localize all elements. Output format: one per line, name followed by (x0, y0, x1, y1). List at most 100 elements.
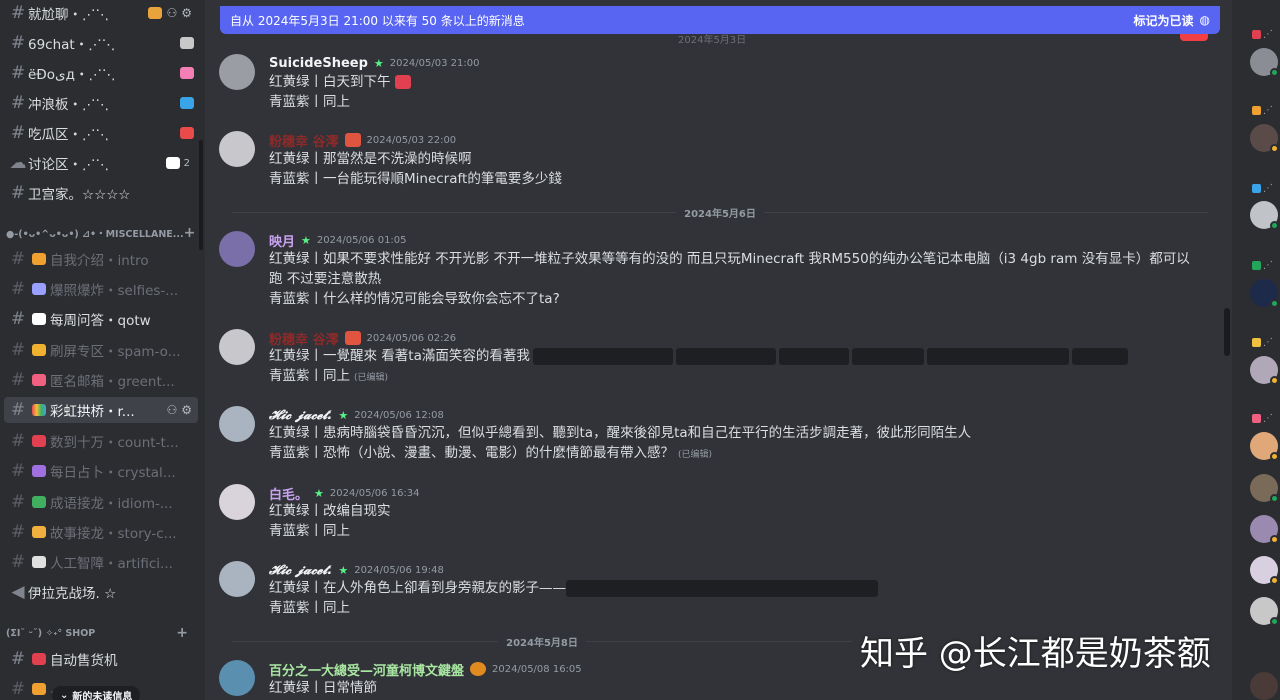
channel-item-active[interactable]: # 彩虹拱桥・r... ⚇ ⚙ (4, 397, 198, 423)
username[interactable]: 映月 (269, 231, 295, 250)
channel-item[interactable]: # 每日占卜・crystal... (4, 458, 198, 484)
channel-item[interactable]: # 吃瓜区・⋰⋱ (4, 120, 198, 146)
status-idle-icon (1270, 452, 1279, 461)
hash-icon: # (10, 461, 26, 481)
member-avatar[interactable] (1250, 432, 1279, 461)
username[interactable]: 𝓗𝓲𝓬 𝓳𝓪𝓬𝓮𝓽. (269, 408, 332, 423)
channel-item[interactable]: # 卫宫家。☆☆☆☆ (4, 180, 198, 206)
message: SuicideSheep ★ 2024/05/03 21:00 红黄绿丨白天到下… (219, 54, 1209, 114)
chevron-down-icon: ⌄ (60, 689, 69, 700)
star-icon: ★ (373, 56, 384, 70)
message-line: 红黄绿丨一覺醒來 看著ta滿面笑容的看著我 (269, 346, 1131, 366)
channel-item[interactable]: # 69chat・⋰⋱ (4, 30, 198, 56)
channel-name: 就尬聊・⋰⋱ (28, 7, 109, 23)
mark-as-read-button[interactable]: 标记为已读 ◍ (1134, 12, 1211, 29)
message-line: 青蓝紫丨同上 (269, 523, 350, 539)
channel-item[interactable]: # 自我介绍・intro (4, 246, 198, 272)
shield-icon (1252, 260, 1261, 270)
member-avatar[interactable] (1250, 48, 1279, 77)
spoiler[interactable] (1071, 347, 1128, 365)
member-avatar[interactable] (1250, 356, 1279, 385)
spoiler[interactable] (778, 347, 849, 365)
channel-item[interactable]: ☁ 讨论区・⋰⋱ 2 (4, 150, 198, 176)
gear-icon[interactable]: ⚙ (181, 6, 192, 20)
gear-icon[interactable]: ⚙ (181, 403, 192, 417)
avatar[interactable] (219, 329, 255, 365)
timestamp: 2024/05/06 16:34 (329, 487, 420, 499)
hash-icon: # (10, 492, 26, 512)
member-avatar[interactable] (1250, 124, 1279, 153)
voice-channel-item[interactable]: ◀ 伊拉克战场. ☆ (4, 579, 198, 605)
member-avatar[interactable] (1250, 556, 1279, 585)
spoiler[interactable] (675, 347, 776, 365)
member-avatar[interactable] (1250, 597, 1279, 626)
channel-name: 故事接龙・story-c... (50, 526, 177, 542)
username[interactable]: 百分之一大總受—河童柯博文鍵盤 (269, 660, 464, 679)
username[interactable]: 𝓗𝓲𝓬 𝓳𝓪𝓬𝓮𝓽. (269, 563, 332, 578)
spoiler[interactable] (532, 347, 673, 365)
avatar[interactable] (219, 231, 255, 267)
timestamp: 2024/05/06 12:08 (354, 409, 444, 421)
channel-item[interactable]: # 数到十万・count-t... (4, 428, 198, 454)
channel-item[interactable]: # 就尬聊・⋰⋱ ⚇ ⚙ (4, 0, 198, 26)
timestamp: 2024/05/08 16:05 (492, 663, 582, 675)
add-member-icon[interactable]: ⚇ (166, 6, 177, 20)
channel-item[interactable]: # 匿名邮箱・greent... (4, 367, 198, 393)
message-line: 青蓝紫丨恐怖（小說、漫畫、動漫、電影）的什麼情節最有帶入感？ (已编辑) (269, 445, 713, 461)
spoiler[interactable] (851, 347, 924, 365)
add-member-icon[interactable]: ⚇ (166, 403, 177, 417)
channel-item[interactable]: # 自动售货机 (4, 646, 198, 672)
channel-item[interactable]: # 刷屏专区・spam-o... (4, 337, 198, 363)
plus-icon[interactable]: + (184, 225, 196, 241)
status-online-icon (1270, 68, 1279, 77)
channel-item[interactable]: # ëĐoىд・⋰⋱ (4, 60, 198, 86)
member-avatar[interactable] (1250, 474, 1279, 503)
avatar[interactable] (219, 561, 255, 597)
channel-item[interactable]: # 爆照爆炸・selfies-... (4, 276, 198, 302)
category-header[interactable]: (ΣI˘ ᵕ˘) ✧˖° SHOP + (6, 624, 196, 642)
status-online-icon (1270, 494, 1279, 503)
message-line: 红黄绿丨患病時腦袋昏昏沉沉，但似乎總看到、聽到ta，醒來後卻見ta和自己在平行的… (269, 425, 972, 441)
channel-name: 吃瓜区・⋰⋱ (28, 127, 109, 143)
emoji-icon (32, 435, 46, 447)
chat-scrollbar[interactable] (1224, 308, 1230, 356)
member-avatar[interactable] (1250, 672, 1278, 700)
username[interactable]: 白毛。 (269, 484, 308, 503)
avatar[interactable] (219, 484, 255, 520)
message-line: 青蓝紫丨同上 (269, 600, 350, 616)
username[interactable]: 粉穗幸 谷澪 (269, 329, 339, 348)
channel-item[interactable]: # 人工智障・artifici... (4, 549, 198, 575)
message: 粉穗幸 谷澪 2024/05/06 02:26 红黄绿丨一覺醒來 看著ta滿面笑… (219, 329, 1209, 389)
member-avatar[interactable] (1250, 515, 1279, 544)
star-icon: ★ (338, 408, 349, 422)
hash-icon: # (10, 309, 26, 329)
channel-item[interactable]: # 故事接龙・story-c... (4, 519, 198, 545)
channel-item[interactable]: # 成语接龙・idiom-... (4, 489, 198, 515)
speaker-icon: ◀ (11, 582, 25, 602)
avatar[interactable] (219, 406, 255, 442)
member-list: ⋰ ⋰ ⋰ ⋰ ⋰ ⋰ (1232, 0, 1280, 700)
date-divider: 2024年5月8日 (232, 633, 852, 649)
avatar[interactable] (219, 660, 255, 696)
hash-icon: # (10, 123, 26, 143)
spoiler[interactable] (926, 347, 1069, 365)
channel-name: 自动售货机 (50, 653, 118, 669)
plus-icon[interactable]: + (176, 625, 188, 641)
channel-name: 人工智障・artifici... (50, 556, 173, 572)
channel-item[interactable]: # 每周问答・qotw (4, 306, 198, 332)
sidebar-scrollbar[interactable] (199, 140, 203, 250)
status-idle-icon (1270, 576, 1279, 585)
avatar[interactable] (219, 54, 255, 90)
username[interactable]: 粉穗幸 谷澪 (269, 131, 339, 150)
channel-item[interactable]: # 冲浪板・⋰⋱ (4, 90, 198, 116)
new-messages-banner[interactable]: 自从 2024年5月3日 21:00 以来有 50 条以上的新消息 标记为已读 … (220, 6, 1220, 34)
message-line: 青蓝紫丨同上 (269, 94, 350, 110)
category-header[interactable]: ●-(•ᴗ•^ᴗ•ᴗ•) ⊿•・MISCELLANE... + (6, 224, 196, 242)
new-unread-pill[interactable]: ⌄ 新的未读信息 (52, 686, 141, 700)
member-avatar[interactable] (1250, 201, 1279, 230)
emoji-icon (32, 683, 46, 695)
spoiler[interactable] (566, 579, 878, 597)
member-avatar[interactable] (1250, 279, 1279, 308)
avatar[interactable] (219, 131, 255, 167)
username[interactable]: SuicideSheep (269, 56, 368, 71)
